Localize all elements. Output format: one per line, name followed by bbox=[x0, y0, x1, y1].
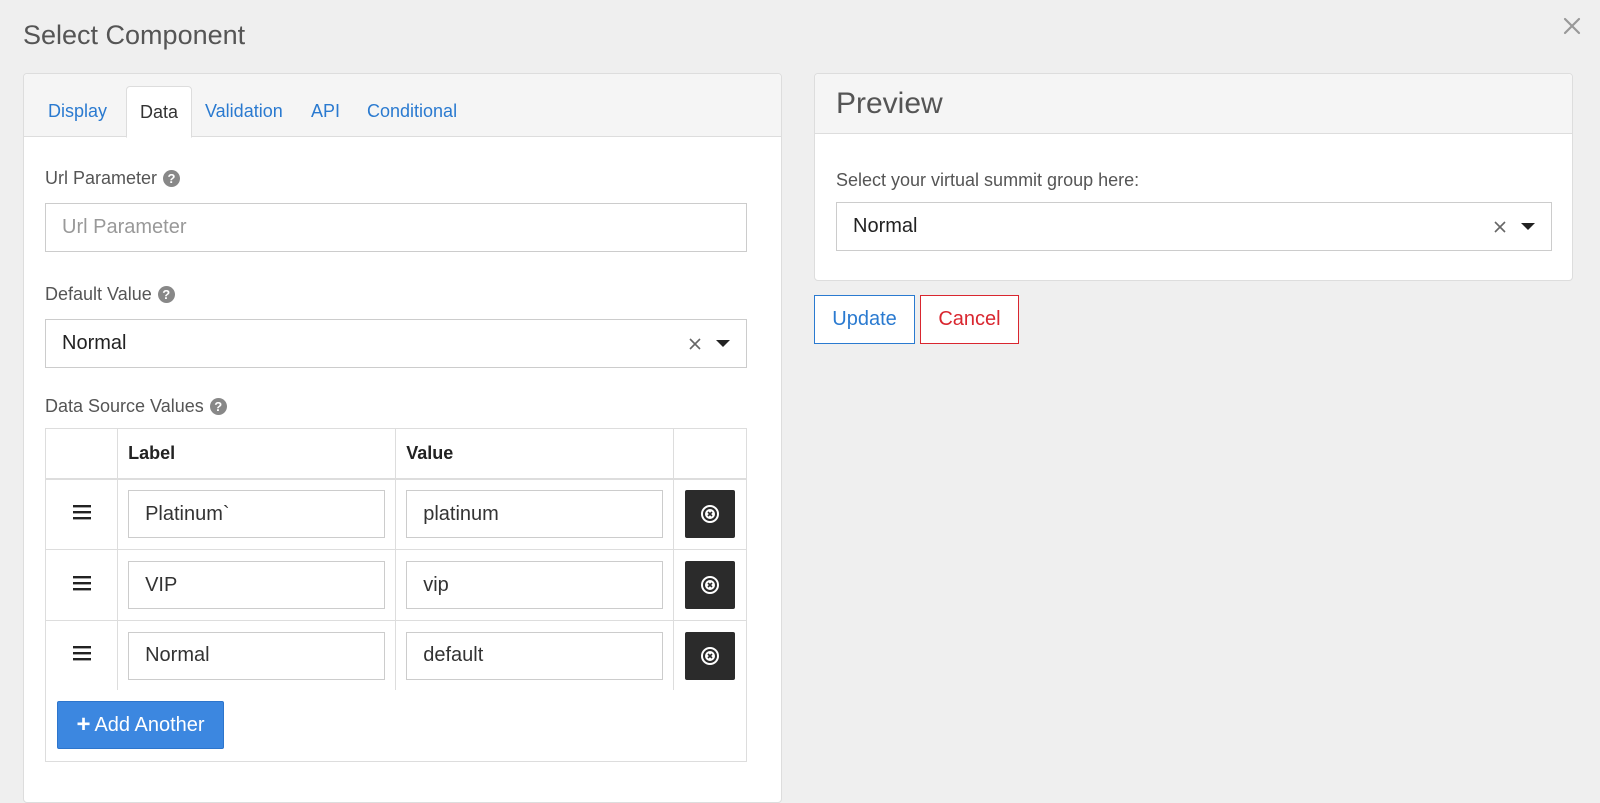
remove-row-button[interactable] bbox=[685, 631, 736, 680]
add-row-area: + Add Another bbox=[45, 690, 747, 762]
action-cell bbox=[673, 549, 747, 621]
tab-data[interactable]: Data bbox=[126, 86, 193, 138]
preview-group-select[interactable]: Normal bbox=[836, 202, 1552, 251]
drag-handle-icon[interactable] bbox=[72, 644, 92, 667]
action-column-header bbox=[673, 428, 747, 480]
chevron-down-icon[interactable] bbox=[716, 340, 730, 347]
clear-icon[interactable] bbox=[688, 337, 702, 351]
chevron-down-icon[interactable] bbox=[1521, 223, 1535, 230]
table-row bbox=[44, 549, 747, 621]
default-value-select[interactable]: Normal bbox=[45, 319, 747, 368]
add-another-button[interactable]: + Add Another bbox=[57, 701, 224, 749]
url-parameter-label-text: Url Parameter bbox=[45, 168, 158, 188]
help-icon[interactable]: ? bbox=[209, 398, 227, 415]
help-icon[interactable]: ? bbox=[157, 286, 175, 303]
label-column-header: Label bbox=[117, 428, 397, 480]
tab-bar: Display Data Validation API Conditional bbox=[24, 74, 781, 138]
remove-row-button[interactable] bbox=[685, 490, 736, 539]
data-source-table: Label Value bbox=[44, 428, 747, 693]
tab-validation[interactable]: Validation bbox=[192, 86, 296, 138]
drag-cell bbox=[44, 620, 119, 693]
preview-panel: Preview Select your virtual summit group… bbox=[814, 73, 1573, 281]
clear-icon[interactable] bbox=[1493, 220, 1507, 234]
value-cell bbox=[395, 549, 675, 621]
data-source-values-label: Data Source Values ? bbox=[45, 396, 227, 417]
tab-api[interactable]: API bbox=[298, 86, 353, 138]
preview-selected-value: Normal bbox=[853, 215, 918, 237]
drag-column-header bbox=[44, 428, 119, 480]
preview-field-label: Select your virtual summit group here: bbox=[836, 170, 1140, 190]
row-value-input[interactable] bbox=[406, 490, 664, 539]
remove-row-button[interactable] bbox=[685, 561, 736, 609]
table-header-row: Label Value bbox=[44, 428, 747, 480]
default-value-selected: Normal bbox=[62, 332, 127, 354]
row-label-input[interactable] bbox=[128, 561, 386, 609]
drag-cell bbox=[44, 549, 119, 621]
value-cell bbox=[395, 620, 675, 693]
row-label-input[interactable] bbox=[128, 490, 386, 539]
default-value-label-text: Default Value bbox=[45, 284, 152, 304]
add-another-label: Add Another bbox=[94, 713, 205, 736]
tab-display[interactable]: Display bbox=[35, 86, 120, 138]
row-value-input[interactable] bbox=[406, 631, 664, 680]
row-value-input[interactable] bbox=[406, 561, 664, 609]
close-icon[interactable] bbox=[1558, 12, 1586, 40]
cancel-button[interactable]: Cancel bbox=[920, 295, 1019, 344]
help-icon[interactable]: ? bbox=[163, 170, 181, 187]
modal-title: Select Component bbox=[23, 20, 246, 50]
table-row bbox=[44, 478, 747, 550]
value-column-header: Value bbox=[395, 428, 675, 480]
table-row bbox=[44, 620, 747, 693]
drag-handle-icon[interactable] bbox=[72, 574, 92, 597]
drag-handle-icon[interactable] bbox=[72, 503, 92, 526]
component-settings-panel: Display Data Validation API Conditional … bbox=[23, 73, 782, 803]
tab-conditional[interactable]: Conditional bbox=[354, 86, 470, 138]
action-cell bbox=[673, 478, 747, 550]
value-cell bbox=[395, 478, 675, 550]
plus-icon: + bbox=[76, 711, 91, 738]
url-parameter-label: Url Parameter ? bbox=[45, 168, 181, 189]
data-source-values-label-text: Data Source Values bbox=[45, 396, 204, 416]
remove-circle-icon bbox=[701, 646, 720, 665]
row-label-input[interactable] bbox=[128, 631, 386, 680]
default-value-label: Default Value ? bbox=[45, 284, 175, 305]
action-cell bbox=[673, 620, 747, 693]
update-button[interactable]: Update bbox=[814, 295, 915, 344]
drag-cell bbox=[44, 478, 119, 550]
url-parameter-input[interactable] bbox=[45, 203, 747, 252]
preview-title: Preview bbox=[815, 74, 1572, 134]
remove-circle-icon bbox=[701, 505, 720, 524]
label-cell bbox=[117, 620, 397, 693]
label-cell bbox=[117, 549, 397, 621]
label-cell bbox=[117, 478, 397, 550]
remove-circle-icon bbox=[701, 576, 720, 594]
